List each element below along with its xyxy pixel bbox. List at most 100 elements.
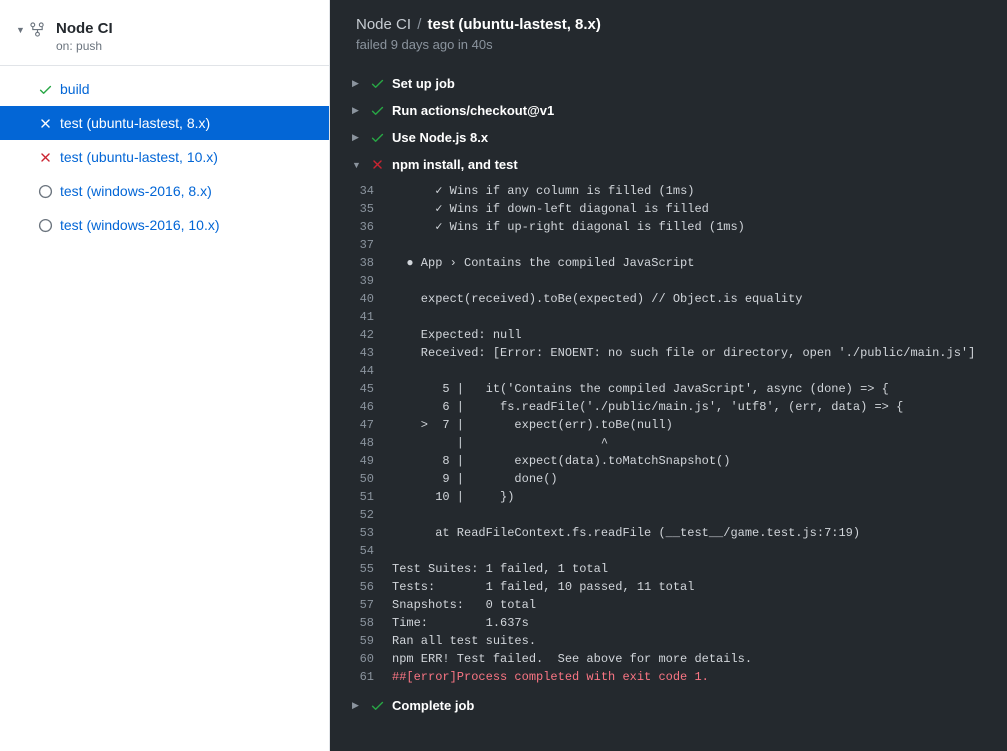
line-number: 38 [352, 254, 392, 272]
workflow-name: Node CI [56, 20, 113, 37]
log-line: 56Tests: 1 failed, 10 passed, 11 total [352, 578, 1007, 596]
line-text: | ^ [392, 434, 608, 452]
line-text: 10 | }) [392, 488, 514, 506]
log-line: 38 ● App › Contains the compiled JavaScr… [352, 254, 1007, 272]
log-line: 44 [352, 362, 1007, 380]
line-number: 50 [352, 470, 392, 488]
pending-icon [38, 218, 60, 233]
workflow-trigger: on: push [56, 39, 113, 53]
log-output: 34 ✓ Wins if any column is filled (1ms)3… [352, 182, 1007, 686]
log-line: 43 Received: [Error: ENOENT: no such fil… [352, 344, 1007, 362]
line-text: ● App › Contains the compiled JavaScript [392, 254, 694, 272]
log-line: 42 Expected: null [352, 326, 1007, 344]
sidebar: ▼ Node CI on: push build test (ubuntu-las… [0, 0, 330, 751]
step-label: Set up job [392, 76, 455, 91]
breadcrumb-job: test (ubuntu-lastest, 8.x) [428, 16, 601, 33]
step-row[interactable]: ▶ Run actions/checkout@v1 [330, 97, 1007, 124]
line-number: 43 [352, 344, 392, 362]
workflow-icon [30, 22, 50, 37]
x-icon [38, 150, 60, 165]
line-number: 42 [352, 326, 392, 344]
check-icon [370, 103, 392, 118]
caret-icon: ▶ [352, 105, 370, 116]
log-line: 50 9 | done() [352, 470, 1007, 488]
line-number: 47 [352, 416, 392, 434]
log-line: 41 [352, 308, 1007, 326]
line-number: 40 [352, 290, 392, 308]
step-label: Use Node.js 8.x [392, 130, 488, 145]
step-row[interactable]: ▶Complete job [330, 692, 1007, 719]
log-line: 47 > 7 | expect(err).toBe(null) [352, 416, 1007, 434]
log-line: 54 [352, 542, 1007, 560]
run-meta: failed 9 days ago in 40s [356, 37, 981, 52]
breadcrumb-workflow: Node CI [356, 16, 411, 33]
sidebar-job[interactable]: test (ubuntu-lastest, 10.x) [0, 140, 329, 174]
line-text: Ran all test suites. [392, 632, 536, 650]
line-text: 5 | it('Contains the compiled JavaScript… [392, 380, 889, 398]
sidebar-job[interactable]: build [0, 72, 329, 106]
step-row[interactable]: ▼ npm install, and test [330, 151, 1007, 178]
line-number: 61 [352, 668, 392, 686]
sidebar-job[interactable]: test (windows-2016, 10.x) [0, 208, 329, 242]
line-number: 37 [352, 236, 392, 254]
log-line: 37 [352, 236, 1007, 254]
line-text: ##[error]Process completed with exit cod… [392, 668, 709, 686]
log-line: 34 ✓ Wins if any column is filled (1ms) [352, 182, 1007, 200]
line-number: 57 [352, 596, 392, 614]
line-text: Snapshots: 0 total [392, 596, 536, 614]
log-line: 46 6 | fs.readFile('./public/main.js', '… [352, 398, 1007, 416]
job-header: Node CI / test (ubuntu-lastest, 8.x) fai… [330, 0, 1007, 66]
line-number: 36 [352, 218, 392, 236]
line-number: 56 [352, 578, 392, 596]
line-text: 8 | expect(data).toMatchSnapshot() [392, 452, 730, 470]
caret-icon: ▶ [352, 132, 370, 143]
line-number: 41 [352, 308, 392, 326]
caret-down-icon: ▼ [16, 25, 24, 35]
log-line: 53 at ReadFileContext.fs.readFile (__tes… [352, 524, 1007, 542]
line-text: Expected: null [392, 326, 522, 344]
step-label: npm install, and test [392, 157, 518, 172]
step-list: ▶ Set up job ▶ Run actions/checkout@v1 ▶ Use … [330, 66, 1007, 751]
sidebar-job[interactable]: test (ubuntu-lastest, 8.x) [0, 106, 329, 140]
x-icon [38, 116, 60, 131]
line-number: 59 [352, 632, 392, 650]
check-icon [38, 82, 60, 97]
step-row[interactable]: ▶ Use Node.js 8.x [330, 124, 1007, 151]
check-icon [370, 130, 392, 145]
log-line: 35 ✓ Wins if down-left diagonal is fille… [352, 200, 1007, 218]
line-number: 39 [352, 272, 392, 290]
line-text: Received: [Error: ENOENT: no such file o… [392, 344, 975, 362]
line-text: npm ERR! Test failed. See above for more… [392, 650, 752, 668]
line-text: > 7 | expect(err).toBe(null) [392, 416, 673, 434]
job-label: test (windows-2016, 8.x) [60, 183, 212, 199]
line-text: Tests: 1 failed, 10 passed, 11 total [392, 578, 694, 596]
check-icon [370, 76, 392, 91]
line-number: 58 [352, 614, 392, 632]
caret-icon: ▼ [352, 160, 370, 170]
step-row[interactable]: ▶ Set up job [330, 70, 1007, 97]
caret-icon: ▶ [352, 78, 370, 89]
line-number: 35 [352, 200, 392, 218]
log-line: 49 8 | expect(data).toMatchSnapshot() [352, 452, 1007, 470]
workflow-header[interactable]: ▼ Node CI on: push [0, 6, 329, 66]
line-number: 51 [352, 488, 392, 506]
line-number: 49 [352, 452, 392, 470]
line-text: Test Suites: 1 failed, 1 total [392, 560, 608, 578]
line-text: Time: 1.637s [392, 614, 529, 632]
log-line: 51 10 | }) [352, 488, 1007, 506]
line-text: ✓ Wins if up-right diagonal is filled (1… [392, 218, 745, 236]
step-label: Run actions/checkout@v1 [392, 103, 554, 118]
job-label: test (ubuntu-lastest, 8.x) [60, 115, 210, 131]
line-text: expect(received).toBe(expected) // Objec… [392, 290, 802, 308]
main-panel: Node CI / test (ubuntu-lastest, 8.x) fai… [330, 0, 1007, 751]
job-list: build test (ubuntu-lastest, 8.x) test (ubu… [0, 66, 329, 242]
line-number: 52 [352, 506, 392, 524]
log-line: 45 5 | it('Contains the compiled JavaScr… [352, 380, 1007, 398]
log-line: 52 [352, 506, 1007, 524]
log-line: 36 ✓ Wins if up-right diagonal is filled… [352, 218, 1007, 236]
line-number: 46 [352, 398, 392, 416]
line-text: 9 | done() [392, 470, 558, 488]
line-number: 53 [352, 524, 392, 542]
line-number: 60 [352, 650, 392, 668]
sidebar-job[interactable]: test (windows-2016, 8.x) [0, 174, 329, 208]
